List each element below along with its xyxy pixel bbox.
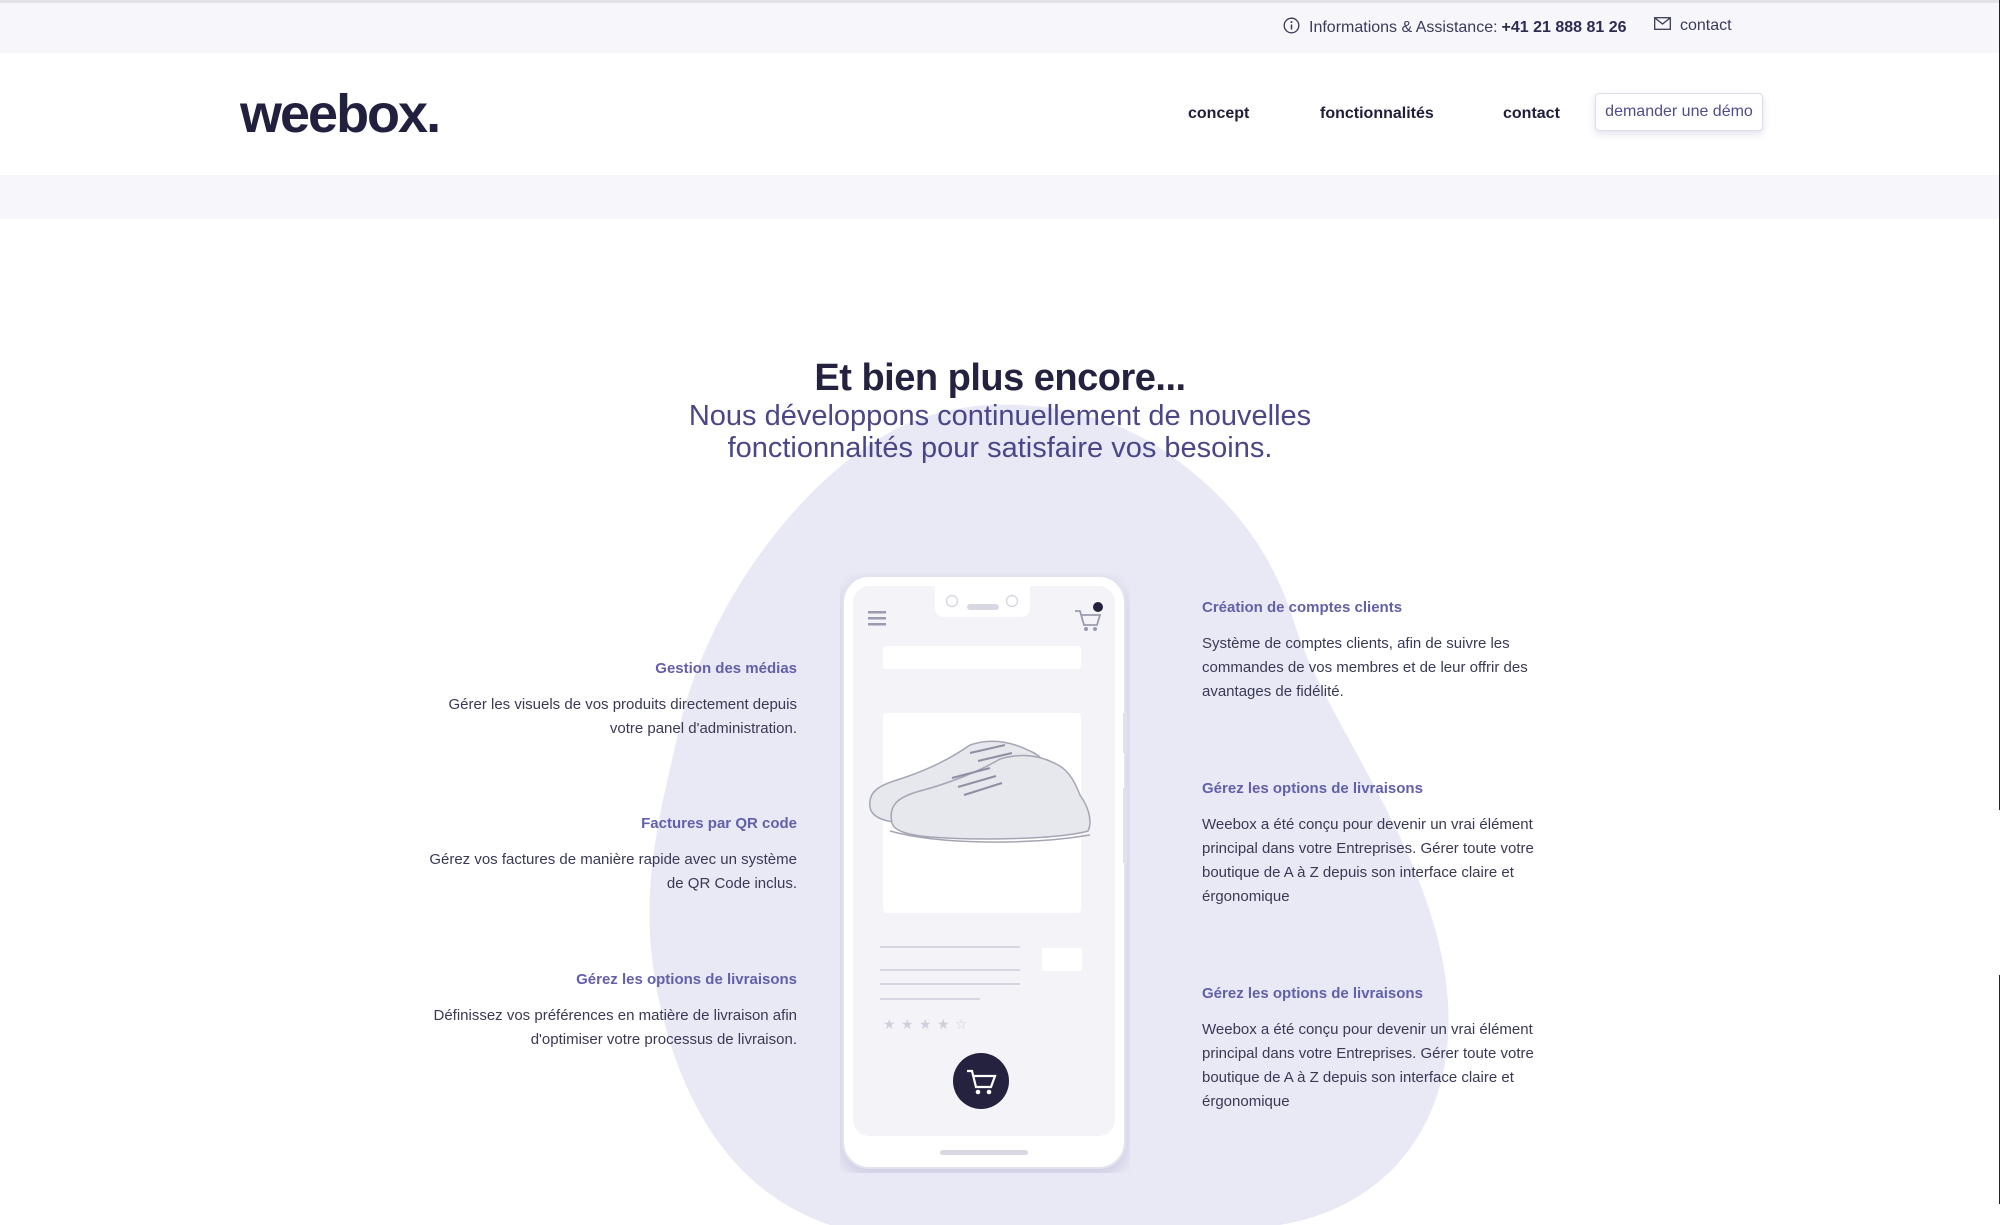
- feature-text-1: Weebox a été conçu pour devenir un vrai …: [1202, 1021, 1533, 1038]
- feature-title: Gérez les options de livraisons: [1202, 780, 1423, 797]
- star-icon: ★: [919, 1017, 932, 1033]
- star-icon: ★: [901, 1017, 914, 1033]
- hamburger-menu-icon[interactable]: [868, 611, 886, 626]
- assistance-label: Informations & Assistance:: [1309, 19, 1498, 36]
- top-info-bar: Informations & Assistance: +41 21 888 81…: [0, 0, 2000, 53]
- feature-title: Gérez les options de livraisons: [576, 971, 797, 988]
- feature-text-1: Weebox a été conçu pour devenir un vrai …: [1202, 816, 1533, 833]
- phone-mockup: ★ ★ ★ ★ ☆: [840, 573, 1130, 1173]
- feature-text-2: votre panel d'administration.: [609, 720, 797, 737]
- feature-delivery-options-right-1: Gérez les options de livraisons Weebox a…: [1202, 780, 1622, 909]
- feature-title: Gestion des médias: [655, 660, 797, 677]
- feature-text-2: de QR Code inclus.: [666, 875, 797, 892]
- info-icon: [1283, 17, 1300, 39]
- star-icon: ★: [937, 1017, 950, 1033]
- header-band: [0, 175, 2000, 219]
- subtitle-line-2: fonctionnalités pour satisfaire vos beso…: [727, 432, 1273, 464]
- feature-title: Factures par QR code: [641, 815, 797, 832]
- star-icon: ★: [883, 1017, 896, 1033]
- feature-text-3: boutique de A à Z depuis son interface c…: [1202, 1069, 1514, 1086]
- feature-delivery-options: Gérez les options de livraisons Définiss…: [377, 971, 797, 1052]
- feature-text-2: commandes de vos membres et de leur offr…: [1202, 659, 1528, 676]
- phone-number[interactable]: +41 21 888 81 26: [1502, 19, 1627, 37]
- feature-text-2: d'optimiser votre processus de livraison…: [530, 1031, 797, 1048]
- feature-delivery-options-right-2: Gérez les options de livraisons Weebox a…: [1202, 985, 1622, 1114]
- subtitle-line-1: Nous développons continuellement de nouv…: [688, 400, 1312, 432]
- nav-fonctionnalites[interactable]: fonctionnalités: [1320, 105, 1434, 123]
- feature-text-1: Système de comptes clients, afin de suiv…: [1202, 635, 1510, 652]
- assistance-info: Informations & Assistance: +41 21 888 81…: [1283, 17, 1627, 39]
- feature-text-3: avantages de fidélité.: [1202, 683, 1344, 700]
- feature-customer-accounts: Création de comptes clients Système de c…: [1202, 599, 1622, 704]
- top-contact-label: contact: [1680, 17, 1732, 34]
- demo-button[interactable]: demander une démo: [1595, 93, 1763, 131]
- feature-text-3: boutique de A à Z depuis son interface c…: [1202, 864, 1514, 881]
- star-icon: ☆: [955, 1017, 968, 1033]
- weebox-logo[interactable]: weebox.: [240, 83, 441, 145]
- feature-text-1: Gérez vos factures de manière rapide ave…: [429, 851, 797, 868]
- top-contact-link[interactable]: contact: [1654, 17, 1732, 35]
- nav-concept[interactable]: concept: [1188, 105, 1249, 123]
- feature-qr-invoices: Factures par QR code Gérez vos factures …: [377, 815, 797, 896]
- section-title: Et bien plus encore...: [814, 357, 1186, 399]
- add-to-cart-button[interactable]: [953, 1053, 1009, 1109]
- phone-illustration: ★ ★ ★ ★ ☆: [842, 575, 1127, 1169]
- feature-text-2: principal dans votre Entreprises. Gérer …: [1202, 840, 1534, 857]
- feature-media: Gestion des médias Gérer les visuels de …: [377, 660, 797, 741]
- feature-text-1: Définissez vos préférences en matière de…: [433, 1007, 797, 1024]
- site-header: weebox. concept fonctionnalités contact …: [0, 53, 2000, 175]
- feature-text-1: Gérer les visuels de vos produits direct…: [448, 696, 797, 713]
- feature-text-2: principal dans votre Entreprises. Gérer …: [1202, 1045, 1534, 1062]
- mail-icon: [1654, 17, 1671, 35]
- feature-title: Création de comptes clients: [1202, 599, 1403, 616]
- feature-text-4: érgonomique: [1202, 888, 1290, 905]
- section-subtitle: Nous développons continuellement de nouv…: [0, 400, 2000, 464]
- feature-text-4: érgonomique: [1202, 1093, 1290, 1110]
- feature-title: Gérez les options de livraisons: [1202, 985, 1423, 1002]
- nav-contact[interactable]: contact: [1503, 105, 1560, 123]
